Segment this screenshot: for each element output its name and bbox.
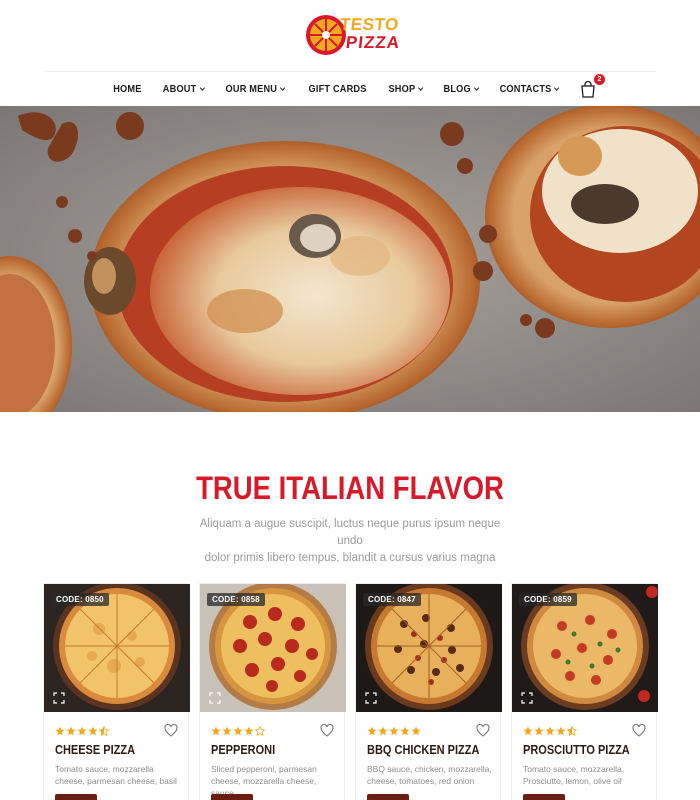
star-icon (244, 726, 254, 736)
nav-label: SHOP (388, 83, 415, 95)
product-code-badge: CODE: 0858 (207, 593, 265, 606)
product-action-button[interactable] (367, 794, 409, 800)
rating-stars (367, 726, 421, 736)
description-line: cheese, tomatoes, red onion (367, 776, 475, 786)
star-icon (534, 726, 544, 736)
nav-label: GIFT CARDS (308, 83, 367, 95)
nav-label: ABOUT (162, 83, 197, 95)
chevron-down-icon (417, 84, 424, 91)
star-icon (88, 726, 98, 736)
chevron-down-icon (280, 84, 286, 91)
star-icon (556, 726, 566, 736)
product-description: Tomato sauce, mozzarella, Prosciutto, le… (523, 763, 653, 787)
expand-icon[interactable] (365, 692, 377, 704)
star-icon (389, 726, 399, 736)
product-action-button[interactable] (55, 794, 97, 800)
nav-label: HOME (113, 83, 142, 95)
product-card[interactable]: CODE: 0858 PEPPERONI Sliced pepperoni, p… (199, 583, 346, 800)
nav-item-blog[interactable]: BLOG (443, 83, 479, 95)
half-star-icon (99, 726, 109, 736)
product-description: Tomato sauce, mozzarella cheese, parmesa… (55, 763, 185, 787)
brand-logo[interactable]: TESTO PIZZA (304, 10, 402, 60)
heart-icon[interactable] (320, 724, 334, 737)
brand-wordmark: TESTO PIZZA (339, 15, 402, 52)
product-action-button[interactable] (211, 794, 253, 800)
product-image[interactable]: CODE: 0850 (44, 584, 190, 712)
product-description: BBQ sauce, chicken, mozzarella, cheese, … (367, 763, 497, 787)
product-name[interactable]: BBQ CHICKEN PIZZA (367, 743, 479, 757)
product-card[interactable]: CODE: 0859 PROSCIUTTO PIZZA Tomato sauce… (511, 583, 658, 800)
star-icon (66, 726, 76, 736)
chevron-down-icon (554, 84, 561, 91)
description-line: Tomato sauce, mozzarella, (523, 764, 625, 774)
product-image[interactable]: CODE: 0847 (356, 584, 502, 712)
nav-item-shop[interactable]: SHOP (388, 83, 424, 95)
star-icon (523, 726, 533, 736)
expand-icon[interactable] (53, 692, 65, 704)
rating-stars (211, 726, 265, 736)
rating-stars (523, 726, 577, 736)
star-icon (55, 726, 65, 736)
star-icon (367, 726, 377, 736)
star-icon (222, 726, 232, 736)
product-card[interactable]: CODE: 0847 BBQ CHICKEN PIZZA BBQ sauce, … (355, 583, 502, 800)
product-name[interactable]: PEPPERONI (211, 743, 275, 757)
section-title: TRUE ITALIAN FLAVOR (196, 470, 504, 506)
product-code-badge: CODE: 0850 (51, 593, 109, 606)
product-code-badge: CODE: 0859 (519, 593, 577, 606)
star-icon (233, 726, 243, 736)
site-header: TESTO PIZZA (0, 0, 700, 72)
product-grid: CODE: 0850 CHEESE PIZZA Tomato sauce, mo… (43, 583, 658, 800)
rating-stars (55, 726, 109, 736)
chevron-down-icon (473, 84, 479, 91)
nav-item-contacts[interactable]: CONTACTS (500, 83, 561, 95)
nav-label: OUR MENU (226, 83, 278, 95)
star-icon (211, 726, 221, 736)
empty-star-icon (255, 726, 265, 736)
nav-item-our-menu[interactable]: OUR MENU (226, 83, 286, 95)
star-icon (400, 726, 410, 736)
description-line: BBQ sauce, chicken, mozzarella, (367, 764, 492, 774)
expand-icon[interactable] (209, 692, 221, 704)
section-subtitle: Aliquam a augue suscipit, luctus neque p… (190, 516, 510, 567)
description-line: Prosciutto, lemon, olive oil (523, 776, 622, 786)
nav-item-home[interactable]: HOME (113, 84, 141, 95)
description-line: Sliced pepperoni, parmesan (211, 764, 317, 774)
chevron-down-icon (199, 84, 205, 91)
star-icon (411, 726, 421, 736)
product-name[interactable]: PROSCIUTTO PIZZA (523, 743, 630, 757)
heart-icon[interactable] (632, 724, 646, 737)
star-icon (378, 726, 388, 736)
star-icon (77, 726, 87, 736)
product-image[interactable]: CODE: 0858 (200, 584, 346, 712)
product-card[interactable]: CODE: 0850 CHEESE PIZZA Tomato sauce, mo… (43, 583, 190, 800)
main-navigation: HOME ABOUT OUR MENU GIFT CARDS SHOP BLOG… (0, 72, 700, 106)
nav-label: CONTACTS (500, 83, 552, 95)
brand-line2: PIZZA (345, 33, 402, 52)
nav-item-about[interactable]: ABOUT (162, 83, 205, 95)
product-action-button[interactable] (523, 794, 565, 800)
product-image[interactable]: CODE: 0859 (512, 584, 658, 712)
cart-button[interactable]: 2 (579, 74, 605, 98)
heart-icon[interactable] (164, 724, 178, 737)
section-subtitle-line1: Aliquam a augue suscipit, luctus neque p… (199, 518, 501, 547)
half-star-icon (567, 726, 577, 736)
heart-icon[interactable] (476, 724, 490, 737)
brand-line1: TESTO (339, 15, 400, 34)
expand-icon[interactable] (521, 692, 533, 704)
nav-label: BLOG (443, 83, 471, 95)
product-code-badge: CODE: 0847 (363, 593, 421, 606)
product-name[interactable]: CHEESE PIZZA (55, 743, 135, 757)
hero-pizza-image (0, 106, 700, 412)
star-icon (545, 726, 555, 736)
hero-slider[interactable] (0, 106, 700, 412)
description-line: cheese, parmesan cheese, basil (55, 776, 177, 786)
cart-count-badge: 2 (593, 74, 605, 85)
nav-item-gift-cards[interactable]: GIFT CARDS (308, 84, 366, 95)
section-subtitle-line2: dolor primis libero tempus, blandit a cu… (204, 552, 496, 564)
description-line: Tomato sauce, mozzarella (55, 764, 154, 774)
